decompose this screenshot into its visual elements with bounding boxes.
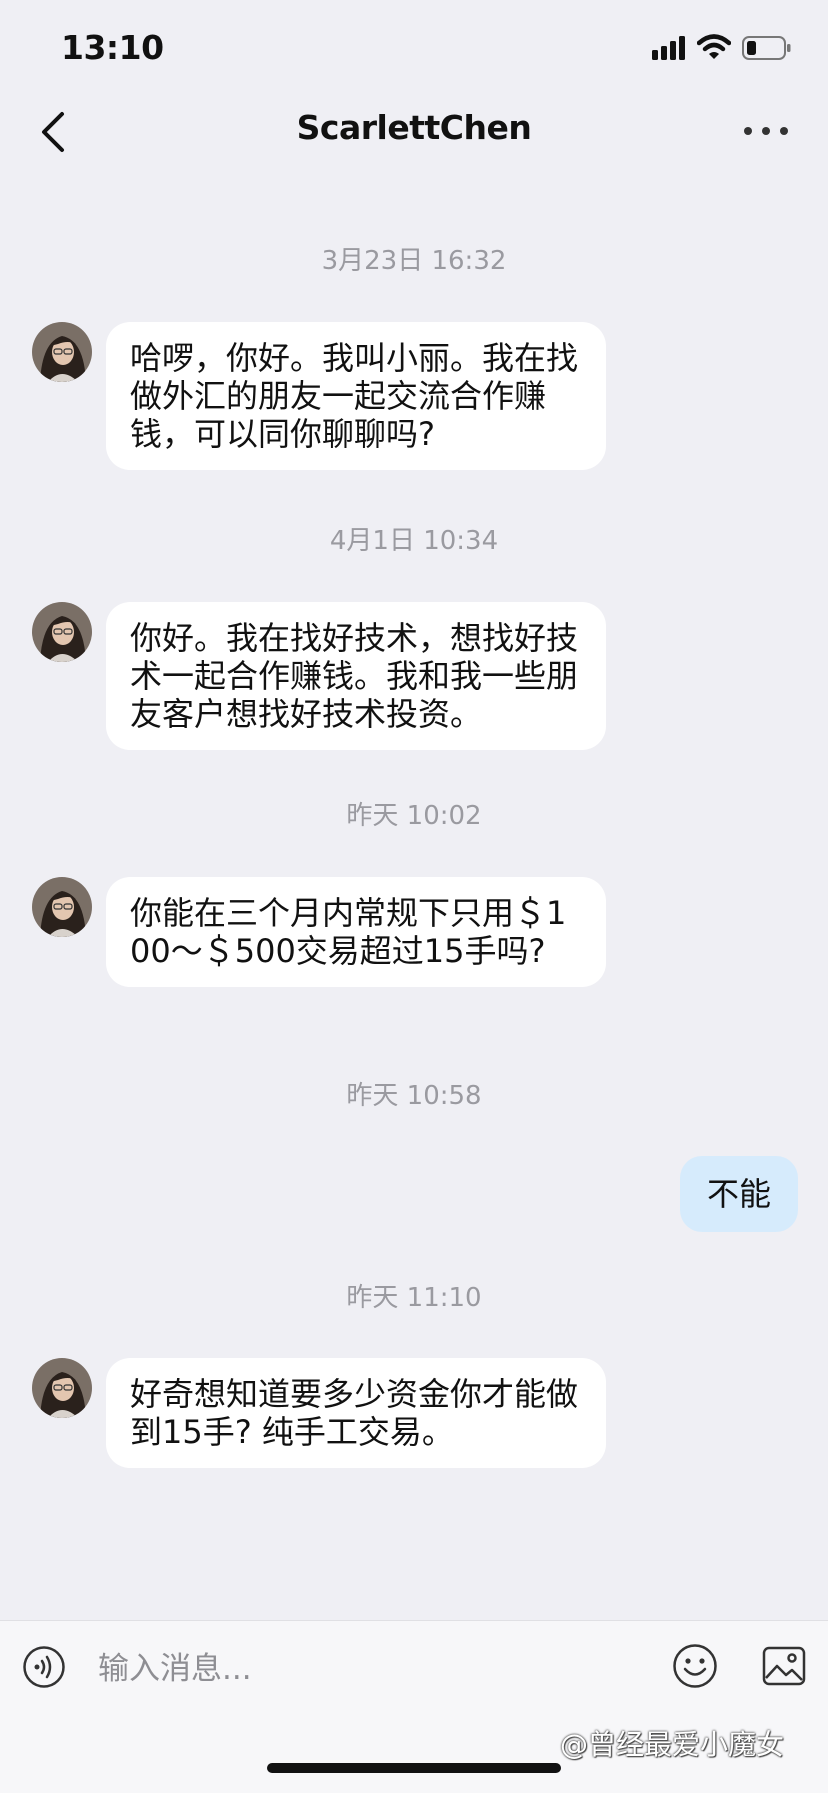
wifi-icon — [697, 34, 731, 59]
contact-avatar[interactable] — [32, 602, 92, 662]
contact-avatar[interactable] — [32, 322, 92, 382]
voice-wave-icon[interactable] — [22, 1645, 66, 1689]
input-bar: @曾经最爱小魔女 — [0, 1620, 828, 1793]
watermark: @曾经最爱小魔女 — [560, 1728, 785, 1761]
message-timestamp: 昨天 11:10 — [346, 1283, 482, 1313]
outgoing-message-bubble[interactable]: 不能 — [680, 1156, 798, 1232]
status-bar: 13:10 — [0, 0, 828, 100]
image-icon[interactable] — [762, 1644, 806, 1688]
contact-avatar[interactable] — [32, 877, 92, 937]
home-indicator[interactable] — [267, 1763, 561, 1773]
message-timestamp: 昨天 10:02 — [346, 801, 482, 831]
avatar-image — [32, 602, 92, 662]
message-timestamp: 4月1日 10:34 — [329, 526, 499, 556]
message-input[interactable] — [96, 1643, 660, 1695]
contact-avatar[interactable] — [32, 1358, 92, 1418]
status-time: 13:10 — [61, 28, 164, 67]
cellular-signal-icon — [652, 36, 685, 60]
avatar-image — [32, 877, 92, 937]
battery-icon — [742, 36, 791, 60]
page-title: ScarlettChen — [296, 108, 532, 147]
smiley-icon[interactable] — [672, 1643, 718, 1689]
incoming-message-bubble[interactable]: 你能在三个月内常规下只用＄100～＄500交易超过15手吗? — [106, 877, 606, 987]
message-timestamp: 3月23日 16:32 — [321, 246, 507, 276]
message-timestamp: 昨天 10:58 — [346, 1081, 482, 1111]
incoming-message-bubble[interactable]: 哈啰，你好。我叫小丽。我在找做外汇的朋友一起交流合作赚钱，可以同你聊聊吗? — [106, 322, 606, 470]
avatar-image — [32, 322, 92, 382]
nav-bar: ScarlettChen — [0, 90, 828, 170]
incoming-message-bubble[interactable]: 好奇想知道要多少资金你才能做到15手? 纯手工交易。 — [106, 1358, 606, 1468]
avatar-image — [32, 1358, 92, 1418]
incoming-message-bubble[interactable]: 你好。我在找好技术，想找好技术一起合作赚钱。我和我一些朋友客户想找好技术投资。 — [106, 602, 606, 750]
ellipsis-icon[interactable] — [742, 120, 790, 142]
